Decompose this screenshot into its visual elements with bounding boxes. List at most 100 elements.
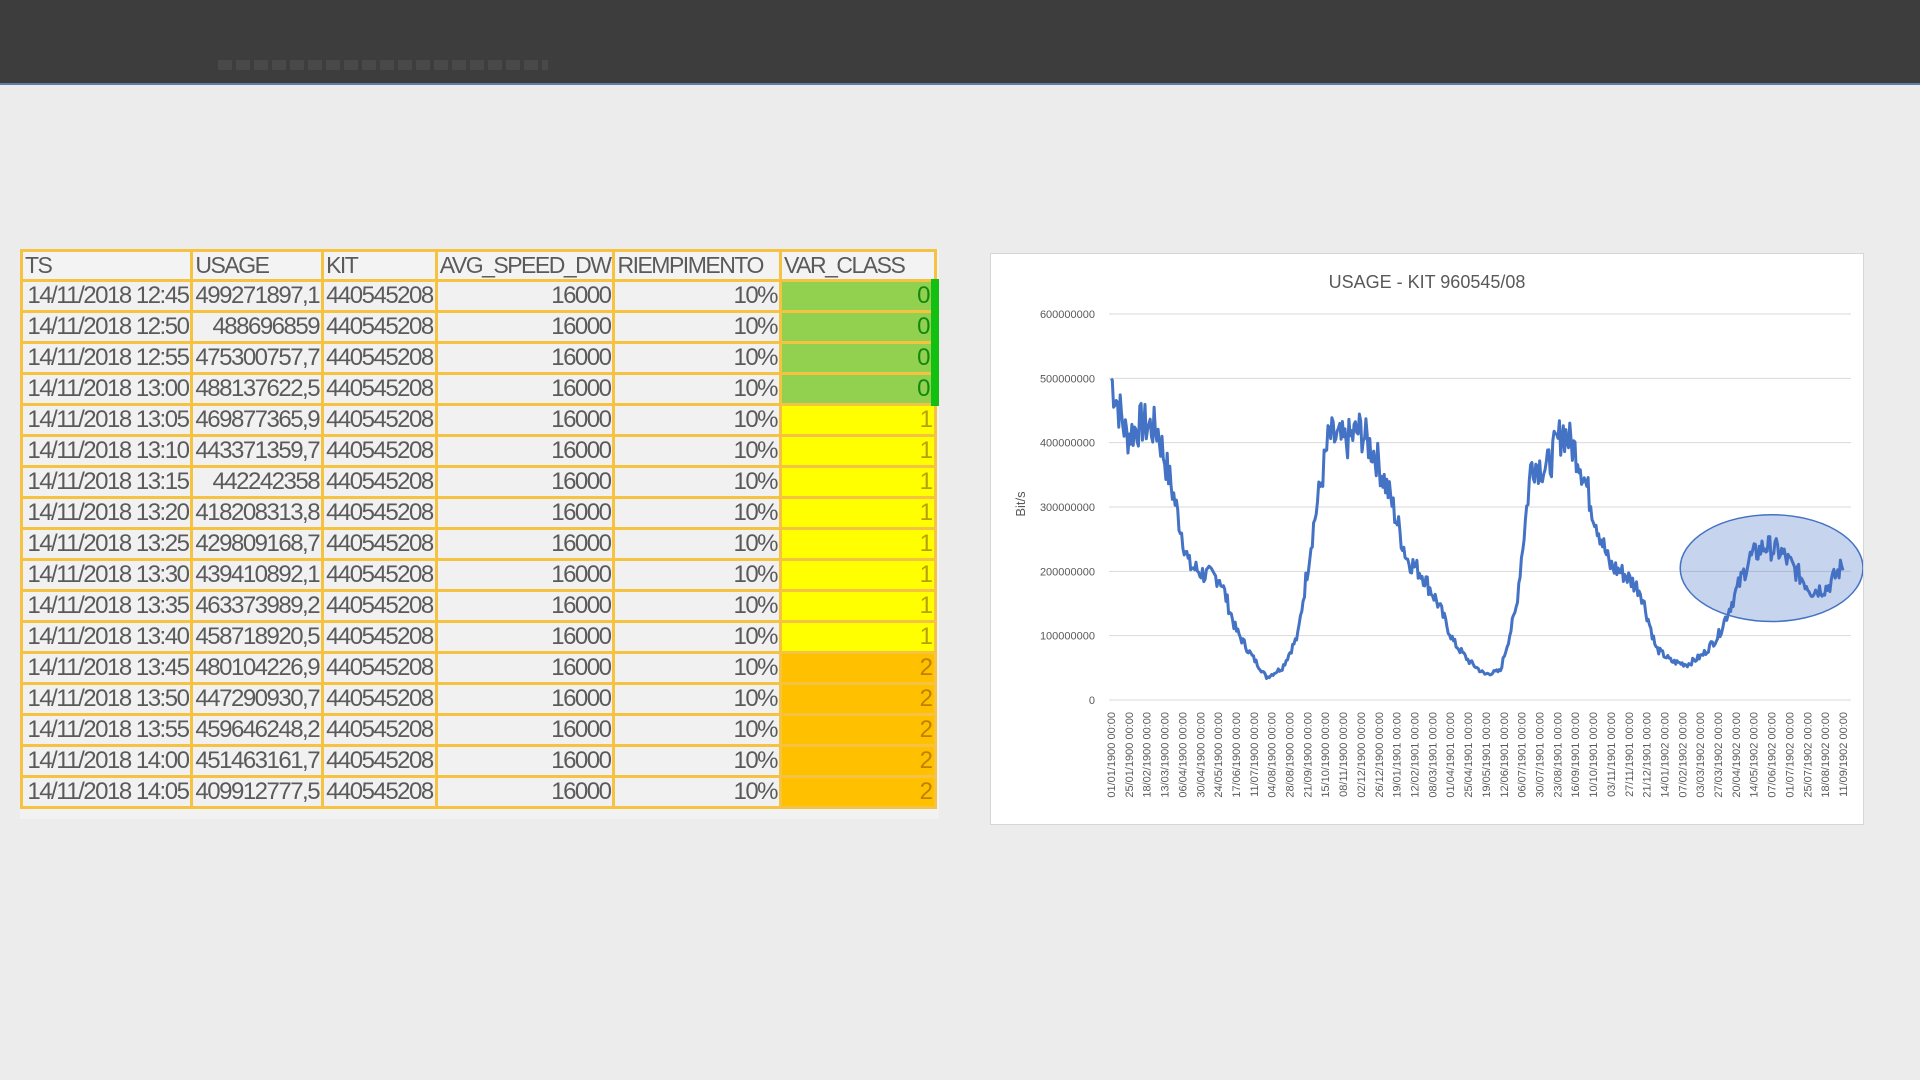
cell-usage[interactable]: 458718920,5 [190, 620, 325, 654]
cell-riempimento[interactable]: 10% [612, 341, 783, 375]
table-row[interactable]: 14/11/2018 14:05 409912777,5 440545208 1600… [20, 775, 937, 809]
cell-usage[interactable]: 469877365,9 [190, 403, 325, 437]
cell-avg-speed[interactable]: 16000 [434, 744, 616, 778]
table-row[interactable]: 14/11/2018 13:45 480104226,9 440545208 1600… [20, 651, 937, 685]
cell-avg-speed[interactable]: 16000 [434, 434, 616, 468]
cell-usage[interactable]: 488137622,5 [190, 372, 325, 406]
cell-ts[interactable]: 14/11/2018 13:20 [20, 496, 194, 530]
cell-var-class[interactable]: 1 [779, 558, 937, 592]
cell-var-class[interactable]: 1 [779, 465, 937, 499]
table-row[interactable]: 14/11/2018 13:10 443371359,7 440545208 1600… [20, 434, 937, 468]
cell-usage[interactable]: 499271897,1 [190, 279, 325, 313]
cell-kit[interactable]: 440545208 [321, 682, 438, 716]
cell-var-class[interactable]: 1 [779, 496, 937, 530]
cell-ts[interactable]: 14/11/2018 13:15 [20, 465, 194, 499]
cell-kit[interactable]: 440545208 [321, 744, 438, 778]
cell-kit[interactable]: 440545208 [321, 465, 438, 499]
cell-usage[interactable]: 451463161,7 [190, 744, 325, 778]
cell-ts[interactable]: 14/11/2018 13:25 [20, 527, 194, 561]
cell-kit[interactable]: 440545208 [321, 279, 438, 313]
cell-kit[interactable]: 440545208 [321, 558, 438, 592]
cell-kit[interactable]: 440545208 [321, 434, 438, 468]
table-row[interactable]: 14/11/2018 13:15 442242358 440545208 16000 1… [20, 465, 937, 499]
cell-riempimento[interactable]: 10% [612, 372, 783, 406]
table-row[interactable]: 14/11/2018 13:20 418208313,8 440545208 1600… [20, 496, 937, 530]
cell-ts[interactable]: 14/11/2018 13:00 [20, 372, 194, 406]
cell-var-class[interactable]: 0 [779, 341, 939, 375]
cell-var-class[interactable]: 1 [779, 434, 937, 468]
cell-avg-speed[interactable]: 16000 [434, 558, 616, 592]
cell-kit[interactable]: 440545208 [321, 651, 438, 685]
cell-ts[interactable]: 14/11/2018 12:50 [20, 310, 194, 344]
cell-kit[interactable]: 440545208 [321, 527, 438, 561]
cell-usage[interactable]: 480104226,9 [190, 651, 325, 685]
cell-riempimento[interactable]: 10% [612, 310, 783, 344]
cell-var-class[interactable]: 2 [779, 682, 937, 716]
cell-riempimento[interactable]: 10% [612, 713, 783, 747]
cell-kit[interactable]: 440545208 [321, 496, 438, 530]
cell-avg-speed[interactable]: 16000 [434, 713, 616, 747]
cell-riempimento[interactable]: 10% [612, 496, 783, 530]
cell-var-class[interactable]: 0 [779, 310, 939, 344]
cell-ts[interactable]: 14/11/2018 12:45 [20, 279, 194, 313]
cell-kit[interactable]: 440545208 [321, 310, 438, 344]
cell-riempimento[interactable]: 10% [612, 620, 783, 654]
cell-avg-speed[interactable]: 16000 [434, 682, 616, 716]
cell-avg-speed[interactable]: 16000 [434, 465, 616, 499]
cell-avg-speed[interactable]: 16000 [434, 775, 616, 809]
cell-riempimento[interactable]: 10% [612, 527, 783, 561]
cell-riempimento[interactable]: 10% [612, 744, 783, 778]
cell-var-class[interactable]: 1 [779, 620, 937, 654]
cell-var-class[interactable]: 1 [779, 589, 937, 623]
table-row[interactable]: 14/11/2018 13:30 439410892,1 440545208 1600… [20, 558, 937, 592]
cell-kit[interactable]: 440545208 [321, 372, 438, 406]
table-row[interactable]: 14/11/2018 12:45 499271897,1 440545208 1600… [20, 279, 939, 313]
cell-usage[interactable]: 418208313,8 [190, 496, 325, 530]
table-row[interactable]: 14/11/2018 13:05 469877365,9 440545208 1600… [20, 403, 937, 437]
cell-avg-speed[interactable]: 16000 [434, 341, 616, 375]
cell-var-class[interactable]: 0 [779, 279, 939, 313]
cell-kit[interactable]: 440545208 [321, 775, 438, 809]
cell-kit[interactable]: 440545208 [321, 403, 438, 437]
cell-usage[interactable]: 459646248,2 [190, 713, 325, 747]
cell-ts[interactable]: 14/11/2018 14:00 [20, 744, 194, 778]
cell-avg-speed[interactable]: 16000 [434, 279, 616, 313]
table-row[interactable]: 14/11/2018 13:55 459646248,2 440545208 1600… [20, 713, 937, 747]
header-ts[interactable]: TS [20, 249, 194, 282]
cell-var-class[interactable]: 2 [779, 775, 937, 809]
cell-avg-speed[interactable]: 16000 [434, 651, 616, 685]
cell-usage[interactable]: 488696859 [190, 310, 325, 344]
cell-riempimento[interactable]: 10% [612, 775, 783, 809]
header-var-class[interactable]: VAR_CLASS [779, 249, 937, 282]
cell-kit[interactable]: 440545208 [321, 341, 438, 375]
cell-ts[interactable]: 14/11/2018 12:55 [20, 341, 194, 375]
header-kit[interactable]: KIT [321, 249, 438, 282]
table-row[interactable]: 14/11/2018 13:00 488137622,5 440545208 1600… [20, 372, 939, 406]
cell-ts[interactable]: 14/11/2018 13:50 [20, 682, 194, 716]
cell-ts[interactable]: 14/11/2018 13:40 [20, 620, 194, 654]
cell-riempimento[interactable]: 10% [612, 279, 783, 313]
table-row[interactable]: 14/11/2018 12:50 488696859 440545208 16000 1… [20, 310, 939, 344]
cell-riempimento[interactable]: 10% [612, 589, 783, 623]
cell-kit[interactable]: 440545208 [321, 713, 438, 747]
cell-avg-speed[interactable]: 16000 [434, 403, 616, 437]
cell-riempimento[interactable]: 10% [612, 651, 783, 685]
cell-avg-speed[interactable]: 16000 [434, 620, 616, 654]
cell-var-class[interactable]: 1 [779, 403, 937, 437]
table-row[interactable]: 14/11/2018 13:50 447290930,7 440545208 1600… [20, 682, 937, 716]
cell-avg-speed[interactable]: 16000 [434, 527, 616, 561]
cell-var-class[interactable]: 1 [779, 527, 937, 561]
header-riempimento[interactable]: RIEMPIMENTO [612, 249, 783, 282]
cell-usage[interactable]: 442242358 [190, 465, 325, 499]
cell-var-class[interactable]: 0 [779, 372, 939, 406]
cell-avg-speed[interactable]: 16000 [434, 372, 616, 406]
cell-var-class[interactable]: 2 [779, 651, 937, 685]
cell-usage[interactable]: 447290930,7 [190, 682, 325, 716]
cell-usage[interactable]: 409912777,5 [190, 775, 325, 809]
table-row[interactable]: 14/11/2018 14:00 451463161,7 440545208 1600… [20, 744, 937, 778]
cell-var-class[interactable]: 2 [779, 713, 937, 747]
header-usage[interactable]: USAGE [190, 249, 325, 282]
cell-avg-speed[interactable]: 16000 [434, 496, 616, 530]
cell-var-class[interactable]: 2 [779, 744, 937, 778]
cell-riempimento[interactable]: 10% [612, 682, 783, 716]
